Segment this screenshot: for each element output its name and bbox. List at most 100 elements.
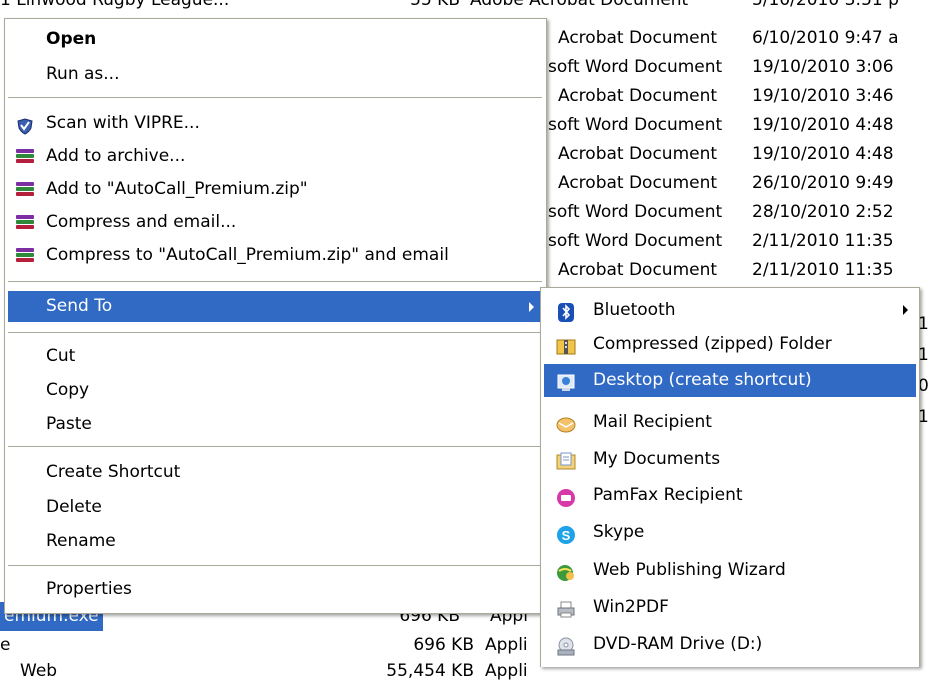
menu-item-label: Properties xyxy=(46,579,132,599)
file-type: soft Word Document xyxy=(548,231,723,251)
send-to-compressed-folder[interactable]: Compressed (zipped) Folder xyxy=(544,328,916,361)
submenu-item-label: Bluetooth xyxy=(593,300,676,320)
send-to-win2pdf[interactable]: Win2PDF xyxy=(544,591,916,624)
menu-item-copy[interactable]: Copy xyxy=(8,375,542,406)
file-date: 5/10/2010 3:51 p xyxy=(752,0,899,10)
menu-item-add-zip[interactable]: Add to "AutoCall_Premium.zip" xyxy=(8,174,542,205)
submenu-item-label: Compressed (zipped) Folder xyxy=(593,334,832,354)
menu-item-compress-email[interactable]: Compress and email... xyxy=(8,207,542,238)
send-to-dvd-drive[interactable]: DVD-RAM Drive (D:) xyxy=(544,628,916,661)
menu-item-label: Create Shortcut xyxy=(46,462,181,482)
file-name: e xyxy=(0,635,11,655)
file-type: Acrobat Document xyxy=(558,260,718,280)
menu-item-label: Compress and email... xyxy=(46,212,237,232)
send-to-desktop[interactable]: Desktop (create shortcut) xyxy=(544,364,916,397)
winrar-icon xyxy=(16,148,34,164)
file-type: Appli xyxy=(485,661,528,681)
menu-item-compress-zip-email[interactable]: Compress to "AutoCall_Premium.zip" and e… xyxy=(8,240,542,271)
send-to-my-documents[interactable]: My Documents xyxy=(544,443,916,476)
menu-item-label: Open xyxy=(46,29,97,49)
submenu-item-label: My Documents xyxy=(593,449,721,469)
menu-item-run-as[interactable]: Run as... xyxy=(8,59,542,90)
file-type: Acrobat Document xyxy=(558,86,718,106)
menu-item-label: Paste xyxy=(46,414,92,434)
file-date: 19/10/2010 4:48 xyxy=(752,115,894,135)
file-type: soft Word Document xyxy=(548,115,723,135)
svg-text:S: S xyxy=(562,528,571,543)
file-date: 19/10/2010 3:46 xyxy=(752,86,894,106)
file-size: 55,454 KB xyxy=(386,661,474,681)
vipre-shield-icon xyxy=(16,115,34,135)
menu-item-send-to[interactable]: Send To xyxy=(8,291,542,322)
menu-item-scan-vipre[interactable]: Scan with VIPRE... xyxy=(8,108,542,139)
menu-item-label: Delete xyxy=(46,497,102,517)
zip-folder-icon xyxy=(556,335,576,355)
file-size: 696 KB xyxy=(413,635,474,655)
menu-item-add-archive[interactable]: Add to archive... xyxy=(8,141,542,172)
menu-item-rename[interactable]: Rename xyxy=(8,526,542,557)
menu-item-create-shortcut[interactable]: Create Shortcut xyxy=(8,457,542,488)
menu-item-open[interactable]: Open xyxy=(8,24,542,55)
menu-item-delete[interactable]: Delete xyxy=(8,492,542,523)
file-date: 26/10/2010 9:49 xyxy=(752,173,894,193)
desktop-shortcut-icon xyxy=(556,371,576,391)
my-documents-icon xyxy=(556,450,576,470)
bluetooth-icon xyxy=(556,301,576,322)
menu-separator xyxy=(8,332,542,333)
winrar-icon xyxy=(16,181,34,197)
file-type: soft Word Document xyxy=(548,202,723,222)
submenu-item-label: Skype xyxy=(593,522,645,542)
winrar-icon xyxy=(16,214,34,230)
file-name: Web xyxy=(20,661,58,681)
file-type: Acrobat Document xyxy=(558,28,718,48)
file-date: 19/10/2010 4:48 xyxy=(752,144,894,164)
menu-separator xyxy=(8,446,542,447)
menu-item-label: Run as... xyxy=(46,64,120,84)
winrar-icon xyxy=(16,247,34,263)
submenu-arrow-icon xyxy=(903,305,908,315)
submenu-item-label: Win2PDF xyxy=(593,597,669,617)
send-to-pamfax[interactable]: PamFax Recipient xyxy=(544,479,916,512)
submenu-arrow-icon xyxy=(529,302,534,312)
file-type: Appli xyxy=(485,635,528,655)
menu-item-label: Rename xyxy=(46,531,116,551)
web-publishing-icon xyxy=(556,561,576,581)
menu-item-properties[interactable]: Properties xyxy=(8,574,542,605)
menu-item-label: Compress to "AutoCall_Premium.zip" and e… xyxy=(46,245,449,265)
file-type: Adobe Acrobat Document xyxy=(470,0,689,10)
menu-item-paste[interactable]: Paste xyxy=(8,409,542,440)
pamfax-icon xyxy=(556,486,576,507)
submenu-item-label: Web Publishing Wizard xyxy=(593,560,786,580)
context-menu: Open Run as... Scan with VIPRE... Add to… xyxy=(4,18,547,614)
menu-item-label: Scan with VIPRE... xyxy=(46,113,200,133)
menu-item-cut[interactable]: Cut xyxy=(8,341,542,372)
file-date: 19/10/2010 3:06 xyxy=(752,57,894,77)
file-name: 1 Linwood Rugby League... xyxy=(0,0,230,10)
file-row[interactable]: 1 Linwood Rugby League... 55 KB Adobe Ac… xyxy=(0,0,930,15)
file-date: 28/10/2010 2:52 xyxy=(752,202,894,222)
send-to-skype[interactable]: S Skype xyxy=(544,516,916,549)
menu-separator xyxy=(8,97,542,98)
menu-item-label: Copy xyxy=(46,380,90,400)
menu-item-label: Send To xyxy=(46,296,113,316)
file-type: soft Word Document xyxy=(548,57,723,77)
menu-item-label: Add to archive... xyxy=(46,146,186,166)
menu-separator xyxy=(8,281,542,282)
menu-item-label: Cut xyxy=(46,346,76,366)
printer-icon xyxy=(556,598,576,618)
file-type: Acrobat Document xyxy=(558,144,718,164)
file-date: 2/11/2010 11:35 xyxy=(752,231,894,251)
submenu-item-label: Desktop (create shortcut) xyxy=(593,370,812,390)
send-to-bluetooth[interactable]: Bluetooth xyxy=(544,294,916,327)
file-date: 6/10/2010 9:47 a xyxy=(752,28,899,48)
file-date: 2/11/2010 11:35 xyxy=(752,260,894,280)
send-to-submenu: Bluetooth Compressed (zipped) Folder Des… xyxy=(540,287,920,667)
send-to-mail-recipient[interactable]: Mail Recipient xyxy=(544,406,916,439)
file-type: Acrobat Document xyxy=(558,173,718,193)
submenu-item-label: DVD-RAM Drive (D:) xyxy=(593,634,763,654)
menu-separator xyxy=(8,565,542,566)
send-to-web-publishing[interactable]: Web Publishing Wizard xyxy=(544,554,916,587)
menu-item-label: Add to "AutoCall_Premium.zip" xyxy=(46,179,308,199)
skype-icon: S xyxy=(556,523,576,544)
submenu-item-label: Mail Recipient xyxy=(593,412,712,432)
